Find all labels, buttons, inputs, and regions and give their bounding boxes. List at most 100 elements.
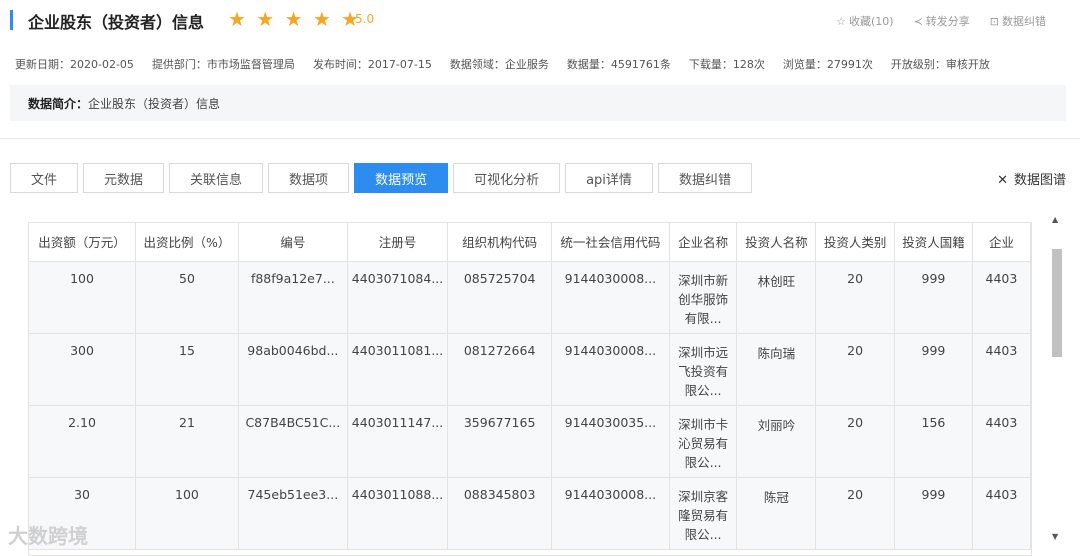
column-header: 投资人类别	[815, 223, 896, 262]
meta-record-count: 数据量：4591761条	[566, 58, 671, 71]
table-header-row: 出资额（万元） 出资比例（%） 编号 注册号 组织机构代码 统一社会信用代码 企…	[29, 223, 1031, 262]
table-cell: 9144030008...	[551, 333, 670, 406]
table-cell: 9144030008...	[551, 477, 670, 550]
table-cell: 156	[894, 405, 973, 478]
table-cell: 4403011147...	[347, 405, 449, 478]
table-cell: 999	[894, 333, 973, 406]
star-outline-icon: ☆	[836, 15, 846, 28]
table-cell: 4403	[972, 333, 1031, 406]
tab-data-preview[interactable]: 数据预览	[354, 163, 449, 193]
column-header: 组织机构代码	[447, 223, 553, 262]
table-cell: 085725704	[447, 261, 553, 334]
table-cell: 359677165	[447, 405, 553, 478]
table-cell: 深圳市远飞投资有限公...	[669, 333, 738, 406]
table-row: 30 100 745eb51ee3... 4403011088... 08834…	[29, 477, 1031, 550]
report-icon: ⊡	[989, 15, 999, 28]
table-cell: 4403	[972, 405, 1031, 478]
tab-files[interactable]: 文件	[10, 163, 79, 193]
table-cell: 081272664	[447, 333, 553, 406]
table-cell: 9144030035...	[551, 405, 670, 478]
column-header: 出资比例（%）	[135, 223, 239, 262]
section-divider	[0, 138, 1080, 139]
table-cell: 98ab0046bd...	[238, 333, 348, 406]
table-cell: 100	[29, 261, 137, 334]
page-header: 企业股东（投资者）信息 ★ ★ ★ ★ ★ 5.0 ☆ 收藏(10) ≺ 转发分享 …	[0, 0, 1080, 42]
table-cell: 20	[815, 333, 896, 406]
tab-related-info[interactable]: 关联信息	[169, 163, 264, 193]
rating-value: 5.0	[355, 12, 375, 26]
header-actions: ☆ 收藏(10) ≺ 转发分享 ⊡ 数据纠错	[836, 13, 1046, 29]
summary-text: 企业股东（投资者）信息	[88, 97, 221, 111]
data-graph-button[interactable]: ✕ 数据图谱	[997, 169, 1066, 188]
title-accent-bar	[10, 10, 13, 30]
table-cell: 刘丽吟	[736, 405, 817, 478]
table-cell: 4403	[972, 261, 1031, 334]
table-cell: 15	[135, 333, 239, 406]
data-preview-table: 出资额（万元） 出资比例（%） 编号 注册号 组织机构代码 统一社会信用代码 企…	[28, 222, 1032, 556]
share-icon: ≺	[913, 15, 923, 28]
table-scrollbar[interactable]: ▲ ▼	[1050, 215, 1064, 541]
table-cell: 088345803	[447, 477, 553, 550]
table-cell: 4403011088...	[347, 477, 449, 550]
table-cell: 2.10	[29, 405, 137, 478]
column-header: 编号	[238, 223, 348, 262]
page-title: 企业股东（投资者）信息	[28, 13, 205, 32]
table-cell: 999	[894, 477, 973, 550]
meta-department: 提供部门：市市场监督管理局	[151, 58, 295, 71]
table-cell: 20	[815, 405, 896, 478]
meta-views: 浏览量：27991次	[782, 58, 873, 71]
column-header: 统一社会信用代码	[551, 223, 670, 262]
scroll-down-icon[interactable]: ▼	[1052, 532, 1058, 541]
tab-api-details[interactable]: api详情	[565, 163, 653, 193]
column-header: 注册号	[347, 223, 449, 262]
column-header: 企业名称	[669, 223, 738, 262]
table-cell: 深圳市卡沁贸易有限公...	[669, 405, 738, 478]
tab-visual-analysis[interactable]: 可视化分析	[453, 163, 561, 193]
table-cell: 4403011081...	[347, 333, 449, 406]
watermark-logo: 大数跨境	[8, 524, 88, 548]
graph-icon: ✕	[997, 173, 1008, 188]
table-cell: 陈向瑞	[736, 333, 817, 406]
scroll-up-icon[interactable]: ▲	[1052, 215, 1058, 224]
meta-domain: 数据领域：企业服务	[449, 58, 549, 71]
table-cell: 深圳京客隆贸易有限公...	[669, 477, 738, 550]
table-cell: f88f9a12e7...	[238, 261, 348, 334]
tab-data-items[interactable]: 数据项	[268, 163, 350, 193]
table-cell: 深圳市新创华服饰有限...	[669, 261, 738, 334]
table-cell: 20	[815, 477, 896, 550]
table-cell: 100	[135, 477, 239, 550]
table-cell: 999	[894, 261, 973, 334]
table-cell: C87B4BC51C...	[238, 405, 348, 478]
error-report-button[interactable]: ⊡ 数据纠错	[990, 13, 1046, 29]
tab-metadata[interactable]: 元数据	[83, 163, 165, 193]
rating-stars-icon: ★ ★ ★ ★ ★	[228, 7, 362, 31]
table-cell: 林创旺	[736, 261, 817, 334]
table-cell: 9144030008...	[551, 261, 670, 334]
meta-downloads: 下载量：128次	[688, 58, 765, 71]
column-header: 投资人国籍	[894, 223, 973, 262]
table-row: 300 15 98ab0046bd... 4403011081... 08127…	[29, 333, 1031, 406]
dataset-meta: 更新日期：2020-02-05 提供部门：市市场监督管理局 发布时间：2017-…	[15, 56, 990, 72]
table-cell: 4403	[972, 477, 1031, 550]
table-cell: 300	[29, 333, 137, 406]
table-row: 100 50 f88f9a12e7... 4403071084... 08572…	[29, 261, 1031, 334]
table-cell: 50	[135, 261, 239, 334]
tab-bar: 文件 元数据 关联信息 数据项 数据预览 可视化分析 api详情 数据纠错	[10, 163, 752, 193]
meta-publish-date: 发布时间：2017-07-15	[312, 58, 432, 71]
table-cell: 20	[815, 261, 896, 334]
table-cell: 陈冠	[736, 477, 817, 550]
meta-update-date: 更新日期：2020-02-05	[15, 58, 134, 71]
tab-data-correction[interactable]: 数据纠错	[657, 163, 752, 193]
scroll-thumb[interactable]	[1052, 249, 1062, 357]
table-cell: 21	[135, 405, 239, 478]
favorite-button[interactable]: ☆ 收藏(10)	[836, 13, 893, 29]
summary-label: 数据简介：	[28, 97, 89, 111]
table-row: 2.10 21 C87B4BC51C... 4403011147... 3596…	[29, 405, 1031, 478]
column-header: 企业	[972, 223, 1031, 262]
dataset-summary: 数据简介：企业股东（投资者）信息	[10, 85, 1066, 121]
table-cell: 745eb51ee3...	[238, 477, 348, 550]
share-button[interactable]: ≺ 转发分享	[914, 13, 970, 29]
column-header: 出资额（万元）	[29, 223, 137, 262]
column-header: 投资人名称	[736, 223, 817, 262]
meta-open-level: 开放级别：审核开放	[890, 58, 990, 71]
